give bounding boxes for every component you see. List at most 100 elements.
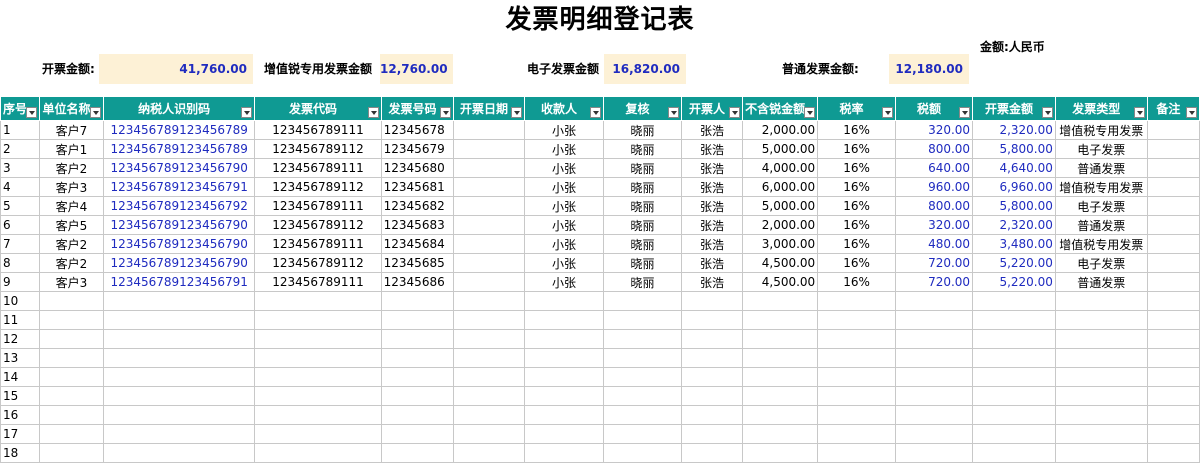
cell-amount[interactable]: 5,800.00	[972, 196, 1056, 216]
cell-net[interactable]	[742, 348, 819, 368]
col-net-header[interactable]: 不含锐金额	[742, 96, 819, 121]
cell-taxid[interactable]: 123456789123456789	[102, 120, 256, 140]
cell-tax[interactable]: 960.00	[894, 177, 974, 197]
cell-date[interactable]	[453, 215, 525, 235]
cell-client[interactable]	[39, 348, 104, 368]
col-note-header[interactable]: 备注	[1146, 96, 1200, 121]
cell-payee[interactable]	[523, 386, 605, 406]
cell-number[interactable]	[380, 367, 455, 387]
cell-payee[interactable]	[523, 405, 605, 425]
cell-net[interactable]: 6,000.00	[742, 177, 819, 197]
cell-issuer[interactable]	[680, 367, 744, 387]
cell-taxid[interactable]: 123456789123456790	[102, 215, 256, 235]
cell-amount[interactable]	[972, 405, 1056, 425]
cell-type[interactable]: 普通发票	[1054, 158, 1148, 178]
cell-issuer[interactable]: 张浩	[680, 196, 744, 216]
cell-client[interactable]	[39, 310, 104, 330]
cell-net[interactable]: 4,000.00	[742, 158, 819, 178]
cell-no[interactable]: 11	[0, 310, 41, 330]
cell-taxid[interactable]: 123456789123456790	[102, 158, 256, 178]
cell-amount[interactable]	[972, 424, 1056, 444]
cell-review[interactable]: 晓丽	[603, 234, 682, 254]
cell-tax[interactable]: 320.00	[894, 120, 974, 140]
filter-dropdown-icon[interactable]	[881, 107, 893, 118]
cell-date[interactable]	[453, 424, 525, 444]
cell-type[interactable]: 电子发票	[1054, 253, 1148, 273]
cell-date[interactable]	[453, 348, 525, 368]
cell-taxid[interactable]	[102, 386, 256, 406]
col-issuer-header[interactable]: 开票人	[680, 96, 744, 121]
cell-net[interactable]	[742, 310, 819, 330]
cell-note[interactable]	[1146, 348, 1200, 368]
cell-net[interactable]	[742, 291, 819, 311]
cell-amount[interactable]	[972, 367, 1056, 387]
cell-date[interactable]	[453, 139, 525, 159]
cell-amount[interactable]	[972, 443, 1056, 463]
cell-net[interactable]: 3,000.00	[742, 234, 819, 254]
cell-code[interactable]: 123456789111	[254, 234, 382, 254]
cell-client[interactable]: 客户2	[39, 234, 104, 254]
filter-dropdown-icon[interactable]	[1041, 107, 1053, 118]
cell-taxid[interactable]	[102, 329, 256, 349]
cell-rate[interactable]	[817, 291, 896, 311]
cell-tax[interactable]: 720.00	[894, 253, 974, 273]
cell-review[interactable]	[603, 424, 682, 444]
cell-note[interactable]	[1146, 120, 1200, 140]
cell-payee[interactable]: 小张	[523, 158, 605, 178]
cell-note[interactable]	[1146, 310, 1200, 330]
cell-code[interactable]	[254, 348, 382, 368]
col-type-header[interactable]: 发票类型	[1054, 96, 1148, 121]
cell-review[interactable]	[603, 443, 682, 463]
cell-review[interactable]	[603, 348, 682, 368]
cell-amount[interactable]: 5,220.00	[972, 272, 1056, 292]
col-review-header[interactable]: 复核	[603, 96, 682, 121]
cell-note[interactable]	[1146, 405, 1200, 425]
cell-net[interactable]	[742, 443, 819, 463]
cell-no[interactable]: 14	[0, 367, 41, 387]
cell-no[interactable]: 7	[0, 234, 41, 254]
cell-no[interactable]: 18	[0, 443, 41, 463]
cell-payee[interactable]	[523, 348, 605, 368]
cell-client[interactable]	[39, 386, 104, 406]
cell-taxid[interactable]	[102, 405, 256, 425]
cell-net[interactable]	[742, 386, 819, 406]
cell-date[interactable]	[453, 120, 525, 140]
cell-client[interactable]: 客户2	[39, 253, 104, 273]
cell-review[interactable]	[603, 329, 682, 349]
filter-dropdown-icon[interactable]	[26, 107, 38, 118]
cell-note[interactable]	[1146, 443, 1200, 463]
cell-tax[interactable]: 800.00	[894, 139, 974, 159]
cell-net[interactable]: 2,000.00	[742, 215, 819, 235]
filter-dropdown-icon[interactable]	[241, 107, 253, 118]
cell-code[interactable]	[254, 310, 382, 330]
cell-review[interactable]: 晓丽	[603, 215, 682, 235]
cell-issuer[interactable]	[680, 405, 744, 425]
cell-client[interactable]	[39, 424, 104, 444]
cell-rate[interactable]: 16%	[817, 272, 896, 292]
cell-no[interactable]: 13	[0, 348, 41, 368]
cell-type[interactable]: 普通发票	[1054, 215, 1148, 235]
cell-issuer[interactable]	[680, 310, 744, 330]
cell-tax[interactable]	[894, 424, 974, 444]
cell-type[interactable]: 普通发票	[1054, 272, 1148, 292]
total-amount-value[interactable]: 41,760.00	[99, 54, 253, 84]
cell-note[interactable]	[1146, 177, 1200, 197]
cell-type[interactable]	[1054, 386, 1148, 406]
cell-client[interactable]: 客户1	[39, 139, 104, 159]
filter-dropdown-icon[interactable]	[729, 107, 741, 118]
cell-note[interactable]	[1146, 272, 1200, 292]
cell-taxid[interactable]: 123456789123456792	[102, 196, 256, 216]
cell-code[interactable]	[254, 367, 382, 387]
cell-issuer[interactable]	[680, 443, 744, 463]
cell-no[interactable]: 2	[0, 139, 41, 159]
cell-taxid[interactable]: 123456789123456790	[102, 234, 256, 254]
cell-rate[interactable]	[817, 443, 896, 463]
cell-review[interactable]: 晓丽	[603, 139, 682, 159]
cell-rate[interactable]	[817, 367, 896, 387]
cell-payee[interactable]: 小张	[523, 120, 605, 140]
cell-payee[interactable]	[523, 424, 605, 444]
cell-code[interactable]: 123456789112	[254, 177, 382, 197]
filter-dropdown-icon[interactable]	[510, 107, 522, 118]
cell-date[interactable]	[453, 405, 525, 425]
col-client-header[interactable]: 单位名称	[39, 96, 104, 121]
